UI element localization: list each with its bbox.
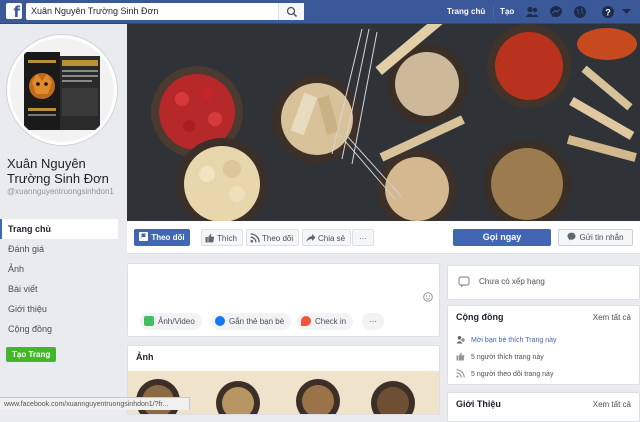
rss-follow-icon — [250, 233, 260, 243]
about-see-all-link[interactable]: Xem tất cả — [593, 400, 631, 409]
create-page-button[interactable]: Tạo Trang — [6, 347, 57, 362]
like-count-icon — [456, 352, 465, 361]
herbal-medicine-cover-image — [127, 24, 640, 221]
community-see-all-link[interactable]: Xem tất cả — [593, 313, 631, 322]
follow-main-label: Theo dõi — [151, 233, 185, 242]
page-name: Xuân Nguyên Trường Sinh Đơn — [7, 156, 109, 186]
share-label: Chia sẻ — [318, 234, 346, 243]
like-button[interactable]: Thích — [201, 229, 244, 246]
rating-text: Chưa có xếp hạng — [479, 277, 545, 286]
flag-icon — [139, 232, 149, 241]
likes-count-row: 5 người thích trang này — [456, 352, 544, 361]
search-icon — [286, 6, 298, 18]
browser-status-url: www.facebook.com/xuannguyentruongsinhdon… — [0, 397, 190, 410]
follows-count-row: 5 người theo dõi trang này — [456, 369, 553, 378]
rating-card: Chưa có xếp hạng — [447, 265, 640, 300]
send-message-label: Gửi tin nhắn — [579, 233, 624, 242]
follow-button[interactable]: Theo dõi — [246, 229, 300, 246]
invite-friends-link[interactable]: Mời bạn bè thích Trang này — [471, 337, 557, 344]
nav-home[interactable]: Trang chủ — [447, 0, 485, 24]
leftnav-item-community[interactable]: Cộng đồng — [0, 319, 122, 339]
profile-picture[interactable] — [7, 35, 117, 145]
messenger-icon[interactable] — [549, 5, 563, 19]
leftnav-item-posts[interactable]: Bài viết — [0, 279, 122, 299]
help-icon[interactable]: ? — [601, 5, 615, 19]
nav-create[interactable]: Tạo — [500, 0, 514, 24]
community-card: Cộng đồng Xem tất cả Mời bạn bè thích Tr… — [447, 305, 640, 385]
photo-video-label: Ảnh/Video — [158, 317, 195, 326]
page-username[interactable]: @xuannguyentruongsinhdon1 — [7, 187, 122, 197]
invite-friends-icon — [456, 336, 465, 344]
photos-title[interactable]: Ảnh — [136, 352, 154, 362]
more-actions-button[interactable]: ··· — [352, 229, 374, 246]
messenger-small-icon — [567, 232, 576, 241]
notifications-globe-icon[interactable] — [573, 5, 587, 19]
leftnav-item-home[interactable]: Trang chủ — [0, 219, 118, 239]
follow-count-icon — [456, 369, 465, 378]
leftnav-item-about[interactable]: Giới thiệu — [0, 299, 122, 319]
rating-speech-icon — [458, 276, 470, 288]
like-label: Thích — [217, 234, 238, 243]
invite-friends-row[interactable]: Mời bạn bè thích Trang này — [456, 335, 557, 344]
account-menu-caret-icon[interactable] — [622, 9, 631, 15]
svg-text:?: ? — [605, 8, 611, 18]
share-arrow-icon — [306, 234, 316, 242]
search-button[interactable] — [278, 3, 304, 20]
about-title[interactable]: Giới Thiệu — [456, 399, 501, 409]
likes-count-text: 5 người thích trang này — [471, 354, 544, 361]
follow-label: Theo dõi — [262, 234, 294, 243]
like-thumb-icon — [205, 233, 215, 243]
share-button[interactable]: Chia sẻ — [302, 229, 352, 246]
community-title[interactable]: Cộng đồng — [456, 312, 503, 322]
about-card: Giới Thiệu Xem tất cả — [447, 392, 640, 422]
photo-icon — [144, 316, 154, 326]
friend-requests-icon[interactable] — [525, 5, 539, 19]
emoji-icon[interactable] — [423, 292, 433, 302]
search-value: Xuân Nguyên Trường Sinh Đơn — [31, 6, 159, 16]
tag-friends-icon — [215, 316, 225, 326]
location-pin-icon — [301, 316, 311, 326]
product-box-image — [10, 38, 114, 142]
search-input[interactable]: Xuân Nguyên Trường Sinh Đơn — [26, 3, 304, 20]
tag-friends-label: Gắn thẻ bạn bè — [229, 317, 285, 326]
composer-more-button[interactable]: ··· — [362, 313, 384, 330]
leftnav-item-photos[interactable]: Ảnh — [0, 259, 122, 279]
page-left-navigation: Trang chủ Đánh giá Ảnh Bài viết Giới thi… — [0, 219, 122, 339]
post-composer[interactable]: Ảnh/Video Gắn thẻ bạn bè Check in ··· — [127, 263, 440, 337]
leftnav-item-reviews[interactable]: Đánh giá — [0, 239, 122, 259]
check-in-button[interactable]: Check in — [297, 313, 354, 330]
follows-count-text: 5 người theo dõi trang này — [471, 371, 554, 378]
nav-divider — [493, 6, 494, 18]
facebook-logo[interactable]: f — [6, 3, 22, 19]
tag-friends-button[interactable]: Gắn thẻ bạn bè — [211, 313, 292, 330]
page-action-bar: Theo dõi Thích Theo dõi Chia sẻ ··· Gọi … — [127, 221, 640, 254]
cover-photo[interactable] — [127, 24, 640, 221]
check-in-label: Check in — [315, 317, 347, 326]
call-now-button[interactable]: Gọi ngay — [453, 229, 551, 246]
photo-video-button[interactable]: Ảnh/Video — [140, 313, 202, 330]
follow-main-button[interactable]: Theo dõi — [134, 229, 190, 246]
send-message-button[interactable]: Gửi tin nhắn — [558, 229, 633, 246]
top-navigation-bar: f Xuân Nguyên Trường Sinh Đơn Trang chủ … — [0, 0, 640, 24]
